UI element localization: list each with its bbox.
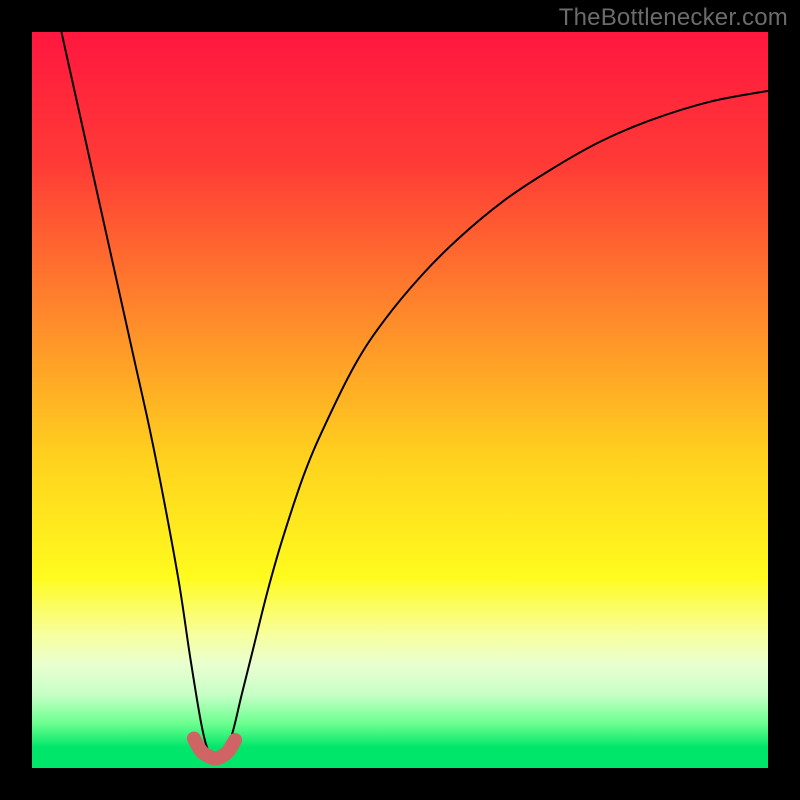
chart-frame: TheBottlenecker.com xyxy=(0,0,800,800)
watermark-text: TheBottlenecker.com xyxy=(559,4,788,32)
plot-area xyxy=(32,32,768,768)
bottleneck-chart xyxy=(32,32,768,768)
